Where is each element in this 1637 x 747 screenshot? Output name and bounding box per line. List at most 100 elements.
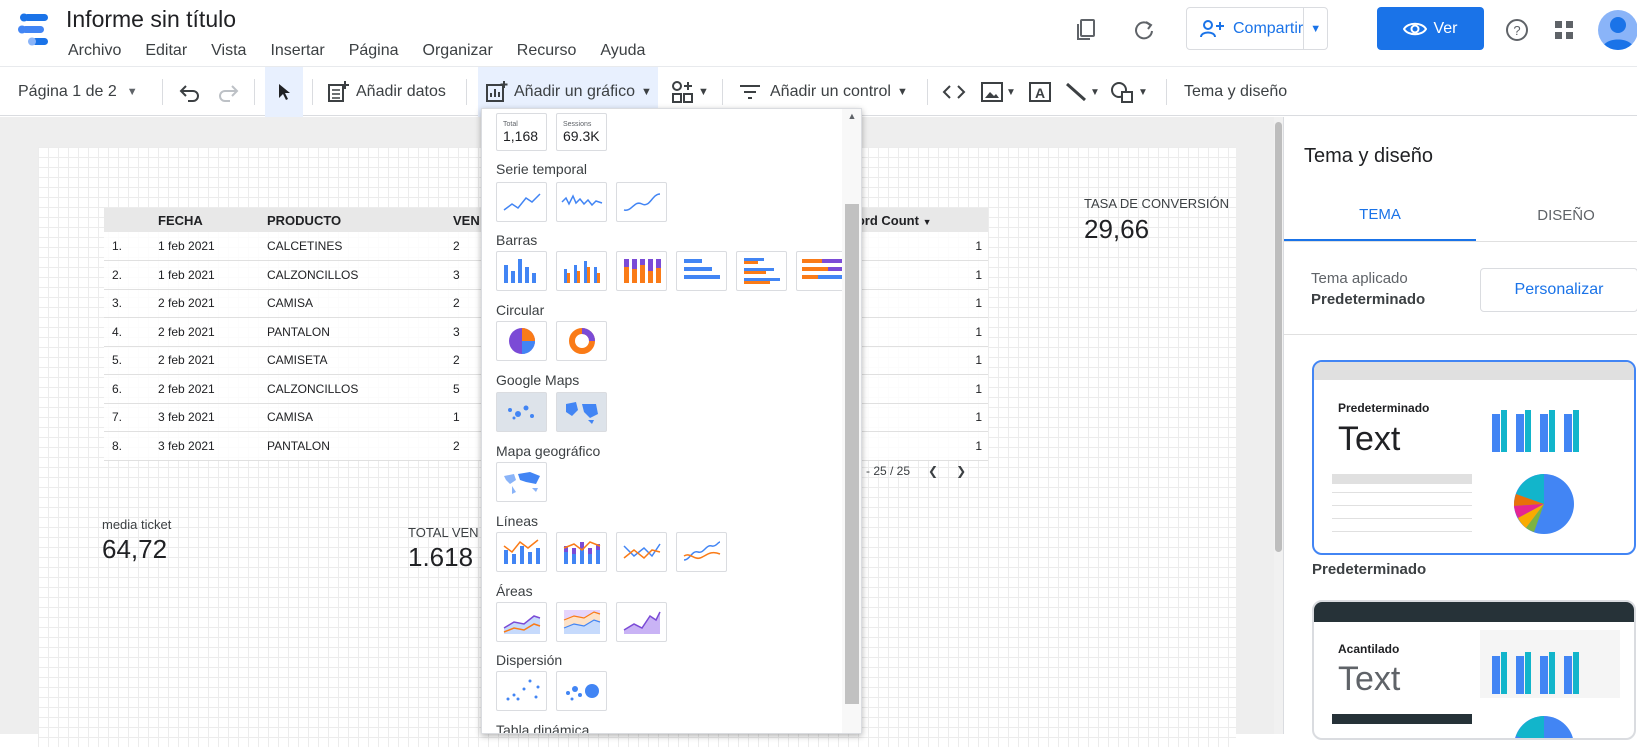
next-page-icon[interactable]: ❯: [956, 464, 966, 478]
view-button[interactable]: Ver: [1377, 7, 1484, 50]
embed-code-icon[interactable]: [942, 67, 966, 117]
chevron-down-icon: ▼: [896, 86, 908, 98]
page-selector[interactable]: Página 1 de 2 ▼: [18, 67, 138, 117]
previous-page-icon[interactable]: ❮: [928, 464, 938, 478]
timeseries-chart-option[interactable]: [496, 182, 547, 222]
stacked-combo-option[interactable]: [556, 532, 607, 572]
pie-chart-option[interactable]: [496, 321, 547, 361]
line-options: [496, 532, 727, 572]
theme-table-row-preview: [1332, 531, 1472, 532]
svg-text:?: ?: [1513, 23, 1520, 38]
tab-layout[interactable]: DISEÑO: [1476, 189, 1637, 241]
menu-insertar[interactable]: Insertar: [258, 42, 336, 60]
shape-icon[interactable]: ▼: [1110, 67, 1148, 117]
panel-title: Tema y diseño: [1304, 145, 1433, 167]
cell-fecha: 2 feb 2021: [158, 317, 267, 347]
bubble-map-option[interactable]: [496, 392, 547, 432]
row-index: 2.: [104, 260, 158, 290]
filled-map-option[interactable]: [556, 392, 607, 432]
geo-chart-option[interactable]: [496, 462, 547, 502]
menu-ayuda[interactable]: Ayuda: [588, 42, 657, 60]
area-chart-option[interactable]: [496, 602, 547, 642]
share-button[interactable]: Compartir ▼: [1186, 7, 1328, 50]
grouped-column-option[interactable]: [556, 251, 607, 291]
row-index: 8.: [104, 431, 158, 461]
scorecard-sessions-label: Sessions: [563, 120, 592, 128]
theme-bar-preview: [1492, 652, 1579, 694]
section-google-maps: Google Maps: [496, 372, 580, 388]
scorecard-sessions-option[interactable]: Sessions 69.3K: [556, 113, 607, 151]
share-options-caret-icon[interactable]: ▼: [1303, 8, 1327, 49]
combo-chart-option[interactable]: [496, 532, 547, 572]
table-header-producto[interactable]: PRODUCTO: [267, 208, 453, 232]
menu-vista[interactable]: Vista: [199, 42, 258, 60]
theme-card-text-sample: Text: [1338, 420, 1401, 458]
stacked-area-option[interactable]: [556, 602, 607, 642]
theme-card-acantilado[interactable]: Acantilado Text: [1312, 600, 1636, 740]
line-chart-option[interactable]: [616, 532, 667, 572]
text-box-icon[interactable]: A: [1028, 67, 1052, 117]
svg-text:A: A: [1035, 85, 1045, 101]
menu-bar: Archivo Editar Vista Insertar Página Org…: [56, 42, 657, 60]
add-component-icon: [672, 81, 693, 103]
stacked-bar-option[interactable]: [796, 251, 847, 291]
canvas-scrollbar-thumb[interactable]: [1275, 122, 1282, 552]
add-chart-menu[interactable]: Total 1,168 Sessions 69.3K Serie tempora…: [481, 108, 862, 734]
apps-grid-icon[interactable]: [1550, 16, 1578, 44]
theme-layout-button[interactable]: Tema y diseño: [1184, 67, 1287, 117]
percent-area-option[interactable]: [616, 602, 667, 642]
section-pie: Circular: [496, 302, 545, 318]
smoothed-line-option[interactable]: [676, 532, 727, 572]
cell-producto: CAMISA: [267, 289, 453, 318]
redo-icon[interactable]: [216, 67, 240, 117]
menu-archivo[interactable]: Archivo: [56, 42, 133, 60]
sparkline-chart-option[interactable]: [556, 182, 607, 222]
menu-editar[interactable]: Editar: [133, 42, 199, 60]
stacked-bar-icon: [801, 259, 842, 279]
table-header-fecha[interactable]: FECHA: [158, 208, 267, 232]
cell-fecha: 2 feb 2021: [158, 374, 267, 404]
column-chart-option[interactable]: [496, 251, 547, 291]
scatter-chart-option[interactable]: [496, 671, 547, 711]
chart-menu-scrollbar-thumb[interactable]: [845, 204, 859, 704]
donut-chart-option[interactable]: [556, 321, 607, 361]
menu-organizar[interactable]: Organizar: [411, 42, 505, 60]
scatter-options: [496, 671, 607, 711]
toolbar-divider: [927, 79, 928, 105]
add-data-button[interactable]: Añadir datos: [326, 67, 446, 117]
section-areas: Áreas: [496, 583, 533, 599]
smoothed-timeseries-option[interactable]: [616, 182, 667, 222]
bar-chart-option[interactable]: [676, 251, 727, 291]
scorecard-total-option[interactable]: Total 1,168: [496, 113, 547, 151]
user-avatar[interactable]: [1598, 10, 1637, 50]
select-cursor-icon[interactable]: [265, 67, 303, 117]
copy-report-icon[interactable]: [1072, 16, 1100, 44]
row-index: 3.: [104, 289, 158, 318]
donut-chart-icon: [568, 328, 595, 354]
theme-card-default[interactable]: Predeterminado Text: [1312, 360, 1636, 555]
report-title[interactable]: Informe sin título: [66, 6, 236, 33]
help-icon[interactable]: ?: [1503, 16, 1531, 44]
undo-icon[interactable]: [178, 67, 202, 117]
theme-table-row-preview: [1332, 505, 1472, 506]
cell-producto: CALZONCILLOS: [267, 374, 453, 404]
tab-theme[interactable]: TEMA: [1284, 189, 1476, 241]
theme-pie-preview: [1513, 474, 1574, 534]
grouped-bar-icon: [743, 258, 780, 284]
data-studio-logo[interactable]: [16, 12, 52, 48]
menu-recurso[interactable]: Recurso: [505, 42, 589, 60]
bubble-map-icon: [507, 405, 534, 420]
image-icon[interactable]: ▼: [980, 67, 1016, 117]
total-sales-value: 1.618: [408, 542, 474, 572]
cell-fecha: 2 feb 2021: [158, 289, 267, 318]
stacked-column-option[interactable]: [616, 251, 667, 291]
menu-pagina[interactable]: Página: [337, 42, 411, 60]
refresh-icon[interactable]: [1130, 16, 1158, 44]
grouped-bar-option[interactable]: [736, 251, 787, 291]
scroll-up-icon[interactable]: ▲: [845, 111, 859, 121]
toolbar-divider: [466, 79, 467, 105]
bubble-chart-option[interactable]: [556, 671, 607, 711]
line-icon[interactable]: ▼: [1064, 67, 1100, 117]
customize-button[interactable]: Personalizar: [1480, 268, 1637, 312]
total-sales-label: TOTAL VEN: [408, 525, 479, 540]
